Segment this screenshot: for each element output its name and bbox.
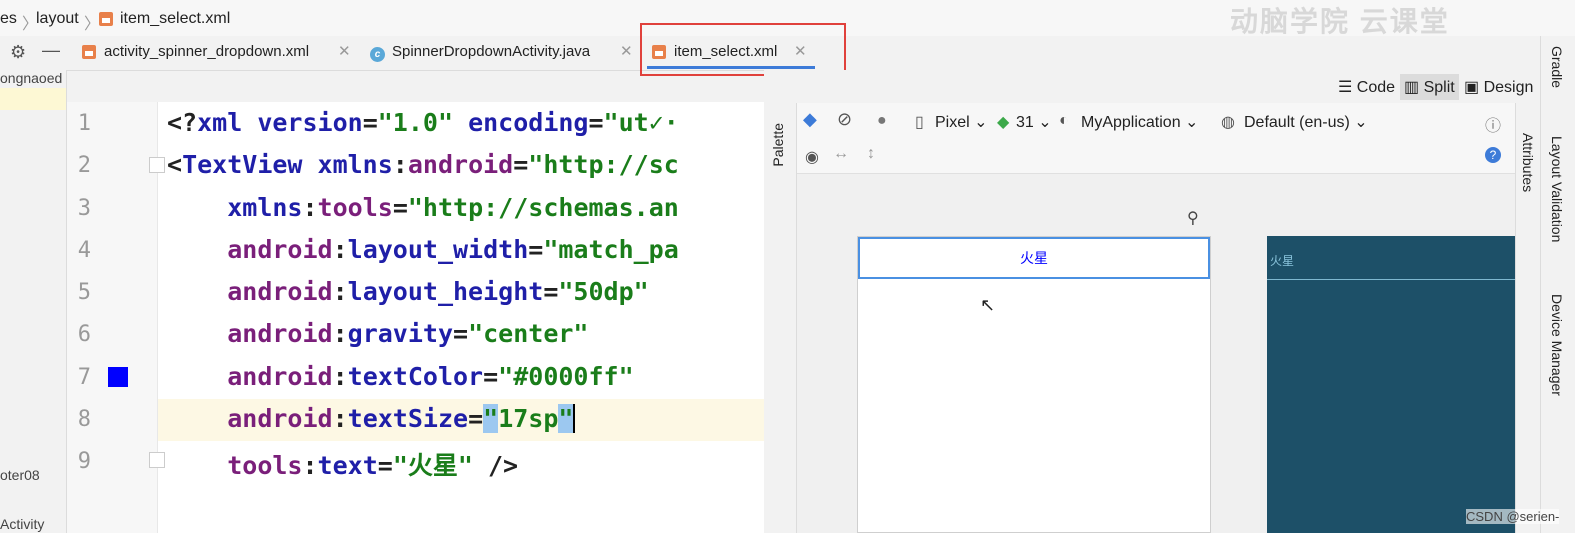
code-view-button[interactable]: ☰ Code bbox=[1338, 77, 1395, 97]
design-preview: 火星 ↖ bbox=[857, 236, 1211, 533]
code-line: <TextView xmlns:android="http://sc bbox=[167, 150, 679, 179]
minimize-icon[interactable]: — bbox=[42, 40, 60, 61]
code-line: android:layout_width="match_pa bbox=[227, 235, 679, 264]
close-icon[interactable]: ✕ bbox=[620, 42, 633, 60]
vertical-resize-icon[interactable]: ↕ bbox=[867, 145, 875, 163]
close-icon[interactable]: ✕ bbox=[338, 42, 351, 60]
project-item-selected[interactable] bbox=[0, 88, 66, 110]
layout-validation-tab[interactable]: Layout Validation bbox=[1549, 136, 1565, 242]
xml-file-icon bbox=[82, 45, 96, 63]
eye-icon[interactable]: ◉ bbox=[805, 147, 819, 167]
horizontal-resize-icon[interactable]: ↔ bbox=[833, 145, 849, 163]
globe-icon: ◍ bbox=[1221, 114, 1235, 131]
color-swatch-icon[interactable] bbox=[108, 367, 128, 387]
blueprint-textview[interactable]: 火星 bbox=[1267, 236, 1515, 280]
attributes-label: Attributes bbox=[1520, 133, 1536, 193]
theme-selector[interactable]: MyApplication ⌄ bbox=[1081, 112, 1198, 132]
attributes-panel-tab[interactable]: Attributes bbox=[1515, 103, 1540, 533]
mouse-cursor-icon: ↖ bbox=[980, 295, 996, 315]
right-tool-strip: Gradle Layout Validation Device Manager bbox=[1540, 36, 1575, 533]
tab-label: SpinnerDropdownActivity.java bbox=[392, 43, 591, 60]
design-toolbar-secondary: ◉ ↔ ↕ ? bbox=[797, 139, 1515, 174]
code-line: <?xml version="1.0" encoding="ut✓· bbox=[167, 108, 679, 137]
device-manager-tab[interactable]: Device Manager bbox=[1549, 294, 1565, 396]
breadcrumb-item[interactable]: es bbox=[0, 10, 17, 28]
watermark-logo: 动脑学院 云课堂 bbox=[1230, 6, 1450, 37]
line-number: 9 bbox=[77, 449, 91, 474]
tab-label: activity_spinner_dropdown.xml bbox=[104, 43, 310, 60]
line-number: 1 bbox=[77, 111, 91, 136]
line-number: 3 bbox=[77, 196, 91, 221]
split-view-button[interactable]: ▥ Split bbox=[1400, 74, 1459, 100]
view-mode-toolbar: ☰ Code ▥ Split ▣ Design bbox=[764, 70, 1540, 103]
project-item[interactable]: ongnaoed bbox=[0, 70, 62, 86]
line-number: 4 bbox=[77, 238, 91, 263]
help-icon[interactable]: ? bbox=[1485, 147, 1501, 163]
design-toolbar: ◆ ⊘ ● ▯ Pixel ⌄ ◆ 31 ⌄ ◐ MyApplication ⌄… bbox=[797, 103, 1515, 140]
preview-textview[interactable]: 火星 bbox=[858, 237, 1210, 279]
code-line: xmlns:tools="http://schemas.an bbox=[227, 193, 679, 222]
theme-icon: ◐ bbox=[1059, 112, 1069, 129]
line-number: 7 bbox=[77, 365, 91, 390]
line-number: 2 bbox=[77, 153, 91, 178]
code-line: android:textColor="#0000ff" bbox=[227, 362, 634, 391]
night-mode-icon[interactable]: ● bbox=[877, 112, 887, 130]
device-icon: ▯ bbox=[915, 114, 924, 131]
code-editor[interactable]: 1 2 3 4 5 6 7 8 9 <?xml version="1.0" en… bbox=[67, 102, 764, 533]
project-item[interactable]: oter08 bbox=[0, 467, 40, 483]
line-number: 6 bbox=[77, 322, 91, 347]
warning-icon[interactable]: ⓘ bbox=[1485, 112, 1501, 136]
orientation-icon[interactable]: ⊘ bbox=[837, 109, 852, 130]
code-line: android:layout_height="50dp" bbox=[227, 277, 649, 306]
palette-label: Palette bbox=[770, 123, 786, 167]
fold-marker-icon[interactable] bbox=[149, 452, 165, 468]
java-class-icon: c bbox=[370, 44, 385, 62]
device-selector[interactable]: Pixel ⌄ bbox=[935, 112, 988, 132]
android-icon: ◆ bbox=[997, 114, 1010, 131]
project-item[interactable]: Activity bbox=[0, 516, 44, 532]
csdn-watermark: CSDN @serien- bbox=[1466, 509, 1560, 524]
layers-icon[interactable]: ◆ bbox=[803, 109, 817, 130]
xml-file-icon bbox=[99, 12, 113, 31]
gradle-tab[interactable]: Gradle bbox=[1549, 46, 1565, 88]
fold-marker-icon[interactable] bbox=[149, 157, 165, 173]
project-panel: ongnaoed oter08 Activity bbox=[0, 70, 67, 533]
line-number: 8 bbox=[77, 407, 91, 432]
code-line: android:gravity="center" bbox=[227, 319, 589, 348]
gear-icon[interactable]: ⚙ bbox=[10, 42, 26, 63]
breadcrumb-item[interactable]: item_select.xml bbox=[120, 10, 230, 28]
editor-gutter: 1 2 3 4 5 6 7 8 9 bbox=[67, 102, 165, 533]
breadcrumb-separator-icon: 〉 bbox=[84, 16, 101, 33]
breadcrumb-item[interactable]: layout bbox=[36, 10, 79, 28]
code-line: tools:text="火星" /> bbox=[227, 451, 519, 480]
palette-panel-tab[interactable]: Palette bbox=[764, 103, 797, 533]
api-selector[interactable]: 31 ⌄ bbox=[1016, 112, 1052, 132]
blueprint-preview: 火星 bbox=[1267, 236, 1515, 533]
code-line-current: android:textSize="17sp" bbox=[227, 404, 576, 433]
annotation-highlight-box bbox=[640, 23, 846, 76]
line-number: 5 bbox=[77, 280, 91, 305]
wrench-icon[interactable]: ⚲ bbox=[1187, 208, 1199, 228]
design-view-button[interactable]: ▣ Design bbox=[1464, 77, 1533, 97]
locale-selector[interactable]: Default (en-us) ⌄ bbox=[1244, 112, 1368, 132]
